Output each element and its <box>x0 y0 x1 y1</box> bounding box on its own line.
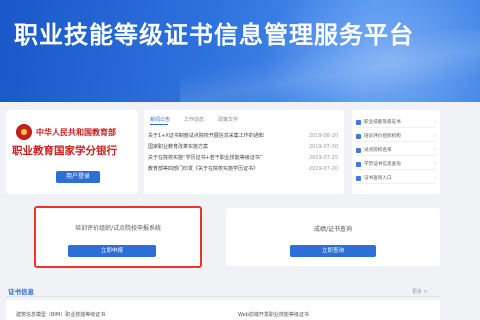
login-button[interactable]: 用户登录 <box>56 171 100 183</box>
tab-policy[interactable]: 政策文件 <box>218 116 238 123</box>
link-bullet-icon <box>356 133 361 139</box>
certificate-query-card <box>226 208 440 266</box>
header-banner: 职业技能等级证书信息管理服务平台 <box>0 0 480 102</box>
news-date: 2019-07-30 <box>308 144 338 150</box>
quick-link-label: 试点院校名单 <box>364 148 392 153</box>
news-title[interactable]: 关于1+X证书制度试点院校开展信息采集工作的通知 <box>148 131 264 142</box>
quick-link[interactable]: 证书查询入口 › <box>356 173 436 184</box>
news-date: 2019-08-20 <box>308 133 338 139</box>
quick-link[interactable]: 试点院校名单 › <box>356 145 436 156</box>
news-title[interactable]: 国家职业教育改革实施方案 <box>148 142 208 153</box>
news-item[interactable]: 关于在院校实施“学历证书+若干职业技能等级证书” 2019-07-25 <box>148 153 338 164</box>
chevron-right-icon: › <box>434 147 436 153</box>
tab-work-updates[interactable]: 工作动态 <box>184 116 204 123</box>
bank-name: 职业教育国家学分银行 <box>12 145 117 157</box>
quick-links-list: 职业技能等级证书 › 培训评价组织机构 › 试点院校名单 › 学历证书信息查询 … <box>356 117 436 187</box>
quick-link[interactable]: 学历证书信息查询 › <box>356 159 436 170</box>
certificate-item[interactable]: 建筑信息模型（BIM）职业技能等级证书 <box>16 311 105 318</box>
tab-news[interactable]: 新闻公告 <box>150 116 170 123</box>
apply-now-button[interactable]: 立即申报 <box>68 245 156 257</box>
link-bullet-icon <box>356 147 361 153</box>
application-system-card <box>34 206 202 268</box>
link-bullet-icon <box>356 175 361 181</box>
chevron-right-icon: › <box>434 161 436 167</box>
quick-link[interactable]: 职业技能等级证书 › <box>356 117 436 128</box>
chevron-right-icon: › <box>434 119 436 125</box>
news-date: 2019-07-20 <box>308 166 338 172</box>
news-date: 2019-07-25 <box>308 155 338 161</box>
quick-link[interactable]: 培训评价组织机构 › <box>356 131 436 142</box>
national-emblem-icon <box>16 124 32 140</box>
quick-link-label: 证书查询入口 <box>364 176 392 181</box>
news-list: 关于1+X证书制度试点院校开展信息采集工作的通知 2019-08-20 国家职业… <box>148 131 338 175</box>
news-item[interactable]: 关于1+X证书制度试点院校开展信息采集工作的通知 2019-08-20 <box>148 131 338 142</box>
more-link[interactable]: 更多 > <box>412 288 428 295</box>
section-divider <box>6 296 440 297</box>
news-title[interactable]: 关于在院校实施“学历证书+若干职业技能等级证书” <box>148 153 262 164</box>
query-now-button[interactable]: 立即查询 <box>290 245 376 257</box>
ministry-name: 中华人民共和国教育部 <box>36 127 116 137</box>
quick-link-label: 培训评价组织机构 <box>364 134 401 139</box>
link-bullet-icon <box>356 119 361 125</box>
link-bullet-icon <box>356 161 361 167</box>
certificate-query-title: 成绩/证书查询 <box>313 226 353 233</box>
quick-link-label: 学历证书信息查询 <box>364 162 401 167</box>
news-tabs: 新闻公告 工作动态 政策文件 <box>150 116 238 123</box>
news-item[interactable]: 国家职业教育改革实施方案 2019-07-30 <box>148 142 338 153</box>
page-title: 职业技能等级证书信息管理服务平台 <box>14 21 414 49</box>
section-heading: 证书信息 <box>8 288 34 296</box>
certificate-item[interactable]: Web前端开发职业技能等级证书 <box>238 311 309 318</box>
news-title[interactable]: 教育部等四部门印发《关于在院校实施学历证书》 <box>148 164 258 175</box>
quick-link-label: 职业技能等级证书 <box>364 120 401 125</box>
ministry-logo: 中华人民共和国教育部 <box>16 124 116 140</box>
active-tab-indicator <box>150 124 168 125</box>
chevron-right-icon: › <box>434 133 436 139</box>
chevron-right-icon: › <box>434 175 436 181</box>
application-system-title: 培训评价组织/试点院校申报系统 <box>74 225 162 232</box>
news-item[interactable]: 教育部等四部门印发《关于在院校实施学历证书》 2019-07-20 <box>148 164 338 175</box>
